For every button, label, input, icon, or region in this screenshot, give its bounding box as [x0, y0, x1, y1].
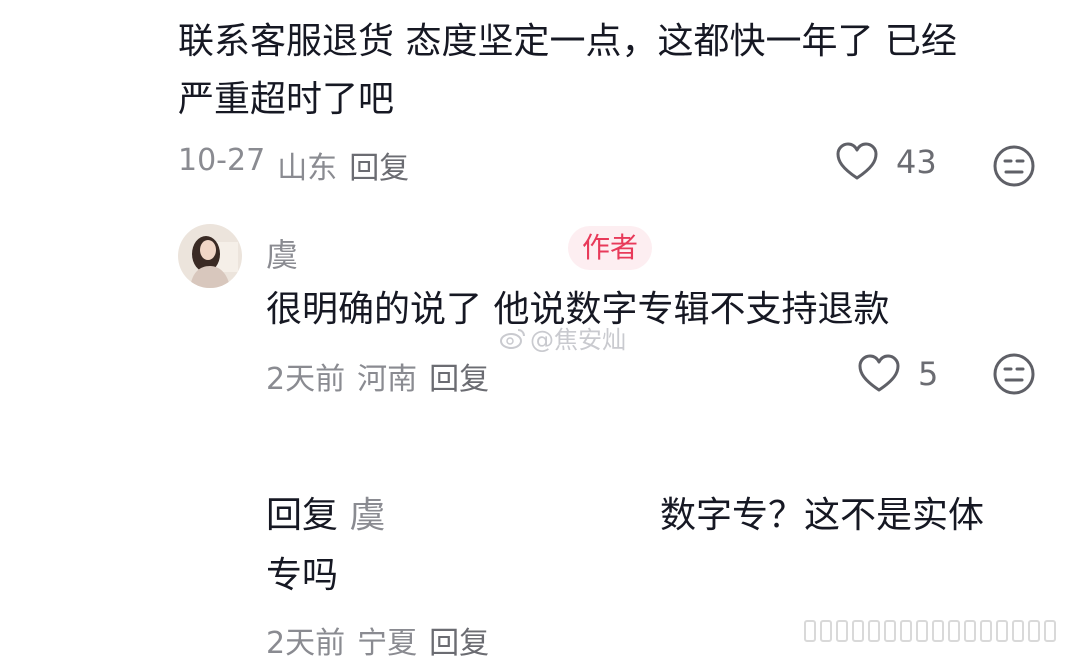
bar-segment [948, 620, 960, 642]
comment-text-line: 专吗 [266, 555, 339, 596]
like-button[interactable]: 5 [858, 354, 938, 394]
comment-text-line: 数字专？这不是实体 [660, 495, 985, 536]
neutral-face-icon[interactable] [992, 352, 1036, 396]
like-button[interactable]: 43 [836, 142, 937, 182]
bar-segment [820, 620, 832, 642]
bar-segment [996, 620, 1008, 642]
comment-meta: 2天前 宁夏 回复 [266, 618, 489, 662]
comment-meta: 10-27 山东 回复 [178, 143, 409, 187]
watermark: @焦安灿 [500, 320, 626, 355]
weibo-logo-icon [500, 328, 525, 349]
comment-text-line: 严重超时了吧 [178, 79, 395, 120]
comment-meta: 2天前 河南 回复 [266, 354, 489, 398]
comment-text-line: 回复 虞 [266, 488, 385, 544]
bar-segment [1028, 620, 1040, 642]
reply-target-username[interactable]: 虞 [349, 495, 385, 536]
username[interactable]: 虞 [266, 230, 298, 276]
comment-date: 2天前 [266, 626, 346, 661]
bar-segment [868, 620, 880, 642]
heart-outline-icon [858, 354, 900, 392]
like-count: 5 [918, 355, 939, 393]
bar-segment [932, 620, 944, 642]
reply-button[interactable]: 回复 [349, 143, 409, 187]
comment-location: 宁夏 [357, 626, 418, 661]
neutral-face-icon[interactable] [992, 144, 1036, 188]
reply-button[interactable]: 回复 [429, 618, 489, 662]
like-count: 43 [896, 143, 937, 181]
comment-location: 河南 [357, 362, 418, 397]
bar-segment [1012, 620, 1024, 642]
bar-segment [900, 620, 912, 642]
bar-segment [836, 620, 848, 642]
bar-segment [980, 620, 992, 642]
bar-segment [964, 620, 976, 642]
bar-segment [852, 620, 864, 642]
redaction-block [398, 496, 652, 542]
bar-segment [804, 620, 816, 642]
reply-button[interactable]: 回复 [429, 354, 489, 398]
comment-date: 10-27 [178, 143, 266, 178]
watermark-text: @焦安灿 [530, 326, 626, 354]
avatar-image [178, 224, 242, 288]
comment-location: 山东 [277, 151, 338, 186]
bar-segment [1044, 620, 1056, 642]
heart-outline-icon [836, 142, 878, 180]
comment-date: 2天前 [266, 362, 346, 397]
author-badge: 作者 [568, 226, 653, 270]
avatar[interactable] [178, 224, 242, 288]
bar-segment [916, 620, 928, 642]
bar-segment [884, 620, 896, 642]
watermark-bar [804, 620, 1056, 642]
comment-text-line: 联系客服退货 态度坚定一点，这都快一年了 已经 [178, 21, 957, 62]
reply-prefix: 回复 [266, 495, 339, 536]
